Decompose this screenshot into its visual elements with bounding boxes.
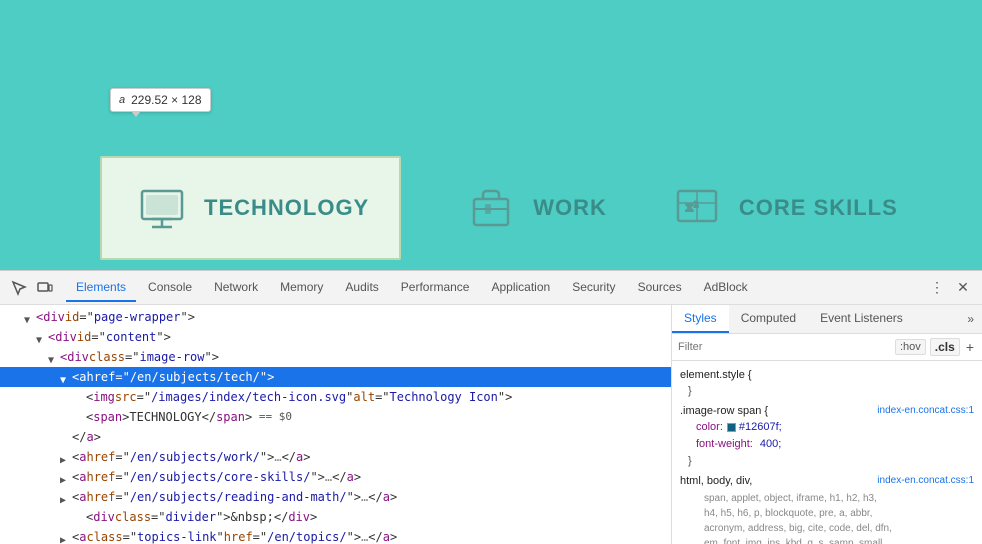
close-devtools-button[interactable]: ✕ — [952, 277, 974, 299]
rule-prop-font-weight: font-weight: 400; — [680, 436, 974, 453]
tab-security[interactable]: Security — [562, 274, 625, 302]
rule-prop-color: color: #12607f; — [680, 419, 974, 436]
tab-elements[interactable]: Elements — [66, 274, 136, 302]
rule-source-link-2[interactable]: index-en.concat.css:1 — [877, 473, 974, 489]
work-icon-item[interactable]: WORK — [461, 178, 607, 238]
filter-class-button[interactable]: .cls — [930, 338, 960, 356]
element-line-a-tech[interactable]: ▼ <a href="/en/subjects/tech/"> — [0, 367, 671, 387]
styles-tab-computed[interactable]: Computed — [729, 305, 808, 333]
styles-tab-styles[interactable]: Styles — [672, 305, 729, 333]
rule-source-link[interactable]: index-en.concat.css:1 — [877, 403, 974, 419]
rule-selector-element: element.style { — [680, 367, 974, 383]
tooltip-tag: a — [119, 94, 125, 106]
core-skills-icon-box: x² — [667, 178, 727, 238]
triangle-icon[interactable]: ▶ — [60, 532, 70, 542]
core-skills-icon-item[interactable]: x² CORE SKILLS — [667, 178, 898, 238]
tab-adblock[interactable]: AdBlock — [694, 274, 758, 302]
devtools-inspect-icons — [8, 277, 56, 299]
icons-row: TECHNOLOGY WORK x² — [100, 156, 898, 260]
work-icon — [466, 183, 516, 233]
technology-icon-item[interactable]: TECHNOLOGY — [100, 156, 401, 260]
work-label: WORK — [533, 195, 607, 221]
element-line-a-topics[interactable]: ▶ <a class="topics-link" href="/en/topic… — [0, 527, 671, 544]
element-line-a-reading[interactable]: ▶ <a href="/en/subjects/reading-and-math… — [0, 487, 671, 507]
rule-selector-image-row: .image-row span { index-en.concat.css:1 — [680, 403, 974, 419]
device-toggle-button[interactable] — [34, 277, 56, 299]
tab-network[interactable]: Network — [204, 274, 268, 302]
core-skills-icon: x² — [672, 183, 722, 233]
triangle-icon[interactable]: ▶ — [60, 472, 70, 482]
styles-tab-event-listeners[interactable]: Event Listeners — [808, 305, 915, 333]
page-preview-area: a 229.52 × 128 TECHNOLOGY — [0, 0, 982, 270]
rule-selector-continued: span, applet, object, iframe, h1, h2, h3… — [680, 489, 974, 544]
rule-selector-html-body: html, body, div, index-en.concat.css:1 — [680, 473, 974, 489]
element-tooltip: a 229.52 × 128 — [110, 88, 211, 112]
filter-add-button[interactable]: + — [964, 339, 976, 355]
element-line-span[interactable]: ▶ <span>TECHNOLOGY</span> == $0 — [0, 407, 671, 427]
triangle-icon[interactable]: ▶ — [60, 452, 70, 462]
styles-content: element.style { } .image-row span { inde… — [672, 361, 982, 544]
styles-tabs: Styles Computed Event Listeners » — [672, 305, 982, 334]
element-line-a-work[interactable]: ▶ <a href="/en/subjects/work/">…</a> — [0, 447, 671, 467]
styles-tab-more[interactable]: » — [959, 308, 982, 330]
work-icon-box — [461, 178, 521, 238]
tab-application[interactable]: Application — [481, 274, 560, 302]
triangle-icon[interactable]: ▼ — [48, 352, 58, 362]
technology-icon — [137, 183, 187, 233]
technology-label: TECHNOLOGY — [204, 195, 369, 221]
triangle-icon[interactable]: ▼ — [36, 332, 46, 342]
element-line-close-a[interactable]: ▶ </a> — [0, 427, 671, 447]
styles-panel: Styles Computed Event Listeners » :hov .… — [672, 305, 982, 544]
element-line-div-image-row[interactable]: ▼ <div class="image-row"> — [0, 347, 671, 367]
devtools-toolbar-more: ⋮ ✕ — [926, 277, 974, 299]
inspect-element-button[interactable] — [8, 277, 30, 299]
core-skills-label: CORE SKILLS — [739, 195, 898, 221]
styles-filter-input[interactable] — [678, 341, 891, 353]
tooltip-dimensions: 229.52 × 128 — [131, 93, 201, 107]
tab-memory[interactable]: Memory — [270, 274, 333, 302]
styles-filter-row: :hov .cls + — [672, 334, 982, 361]
more-tabs-button[interactable]: ⋮ — [926, 277, 948, 299]
elements-panel: ▼ <div id="page-wrapper"> ▼ <div id="con… — [0, 305, 672, 544]
element-line-img[interactable]: ▶ <img src="/images/index/tech-icon.svg"… — [0, 387, 671, 407]
style-rule-element: element.style { } — [672, 365, 982, 401]
element-line-div-divider[interactable]: ▶ <div class="divider">&nbsp;</div> — [0, 507, 671, 527]
triangle-icon[interactable]: ▼ — [60, 372, 70, 382]
style-rule-html-body: html, body, div, index-en.concat.css:1 s… — [672, 471, 982, 544]
style-rule-image-row-span: .image-row span { index-en.concat.css:1 … — [672, 401, 982, 471]
triangle-icon[interactable]: ▼ — [24, 312, 34, 322]
devtools-panel: Elements Console Network Memory Audits P… — [0, 270, 982, 544]
tab-sources[interactable]: Sources — [628, 274, 692, 302]
element-line-div-content[interactable]: ▼ <div id="content"> — [0, 327, 671, 347]
tab-audits[interactable]: Audits — [335, 274, 388, 302]
tab-console[interactable]: Console — [138, 274, 202, 302]
technology-icon-box — [132, 178, 192, 238]
filter-pseudo-button[interactable]: :hov — [895, 339, 926, 355]
tab-performance[interactable]: Performance — [391, 274, 480, 302]
color-swatch-box[interactable] — [727, 423, 736, 432]
devtools-toolbar: Elements Console Network Memory Audits P… — [0, 271, 982, 305]
triangle-icon[interactable]: ▶ — [60, 492, 70, 502]
element-line-div-page-wrapper[interactable]: ▼ <div id="page-wrapper"> — [0, 307, 671, 327]
devtools-main-content: ▼ <div id="page-wrapper"> ▼ <div id="con… — [0, 305, 982, 544]
element-line-a-core[interactable]: ▶ <a href="/en/subjects/core-skills/">…<… — [0, 467, 671, 487]
